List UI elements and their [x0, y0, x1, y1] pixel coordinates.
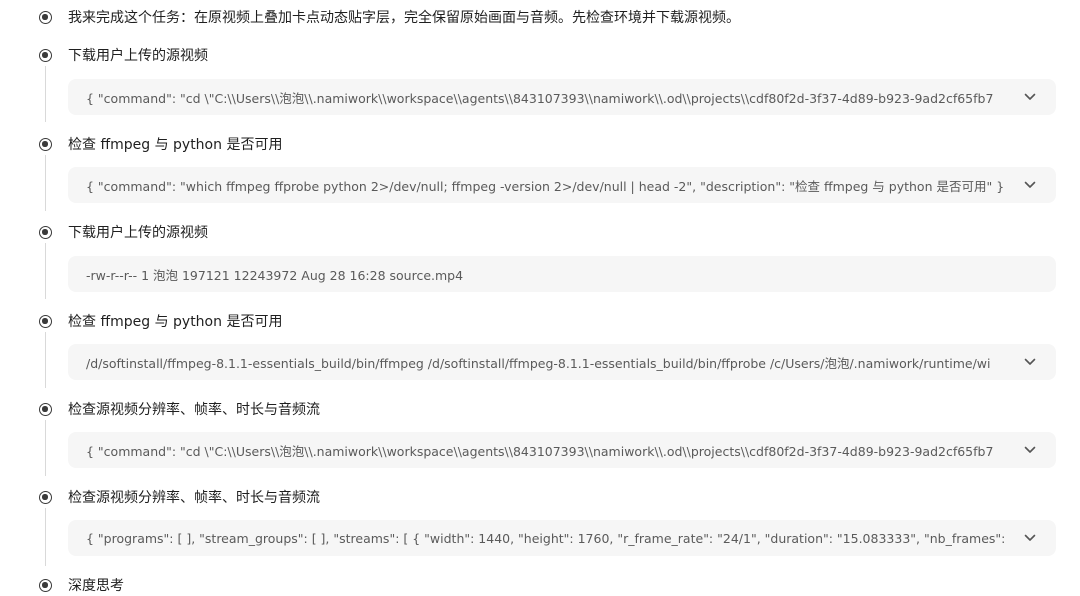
tool-call-text: { "command": "cd \"C:\\Users\\泡泡\\.namiw…	[86, 90, 994, 106]
radio-dot-icon	[39, 49, 52, 62]
tool-call-text: { "command": "which ffmpeg ffprobe pytho…	[86, 178, 1005, 194]
tool-call-detail[interactable]: /d/softinstall/ffmpeg-8.1.1-essentials_b…	[68, 344, 1056, 380]
tool-call-detail[interactable]: { "command": "cd \"C:\\Users\\泡泡\\.namiw…	[68, 432, 1056, 468]
tool-call-text: -rw-r--r-- 1 泡泡 197121 12243972 Aug 28 1…	[86, 267, 464, 283]
step-title: 下载用户上传的源视频	[68, 48, 208, 64]
timeline-connector	[45, 155, 46, 211]
radio-dot-icon	[39, 491, 52, 504]
radio-dot-icon	[39, 579, 52, 592]
radio-dot-icon	[39, 11, 52, 24]
chevron-down-icon[interactable]	[1024, 92, 1036, 102]
step-title: 检查源视频分辨率、帧率、时长与音频流	[68, 490, 320, 506]
step-title: 我来完成这个任务：在原视频上叠加卡点动态贴字层，完全保留原始画面与音频。先检查环…	[68, 10, 740, 26]
timeline-connector	[45, 243, 46, 299]
chevron-down-icon[interactable]	[1024, 180, 1036, 190]
radio-dot-icon	[39, 315, 52, 328]
step-title: 深度思考	[68, 578, 124, 594]
chevron-down-icon[interactable]	[1024, 445, 1036, 455]
tool-call-detail[interactable]: { "programs": [ ], "stream_groups": [ ],…	[68, 520, 1056, 556]
step-title: 检查 ffmpeg 与 python 是否可用	[68, 314, 283, 330]
tool-call-text: { "programs": [ ], "stream_groups": [ ],…	[86, 530, 1008, 546]
tool-call-detail[interactable]: -rw-r--r-- 1 泡泡 197121 12243972 Aug 28 1…	[68, 256, 1056, 292]
chevron-down-icon[interactable]	[1024, 357, 1036, 367]
tool-call-text: { "command": "cd \"C:\\Users\\泡泡\\.namiw…	[86, 443, 994, 459]
timeline-connector	[45, 420, 46, 476]
radio-dot-icon	[39, 403, 52, 416]
radio-dot-icon	[39, 226, 52, 239]
radio-dot-icon	[39, 138, 52, 151]
timeline-connector	[45, 66, 46, 122]
step-title: 检查 ffmpeg 与 python 是否可用	[68, 137, 283, 153]
tool-call-detail[interactable]: { "command": "which ffmpeg ffprobe pytho…	[68, 167, 1056, 203]
chevron-down-icon[interactable]	[1024, 533, 1036, 543]
step-title: 检查源视频分辨率、帧率、时长与音频流	[68, 402, 320, 418]
step-title: 下载用户上传的源视频	[68, 225, 208, 241]
tool-call-text: /d/softinstall/ffmpeg-8.1.1-essentials_b…	[86, 355, 991, 371]
timeline-connector	[45, 508, 46, 566]
tool-call-detail[interactable]: { "command": "cd \"C:\\Users\\泡泡\\.namiw…	[68, 79, 1056, 115]
tool-call-timeline: 我来完成这个任务：在原视频上叠加卡点动态贴字层，完全保留原始画面与音频。先检查环…	[0, 0, 1080, 594]
timeline-connector	[45, 332, 46, 388]
